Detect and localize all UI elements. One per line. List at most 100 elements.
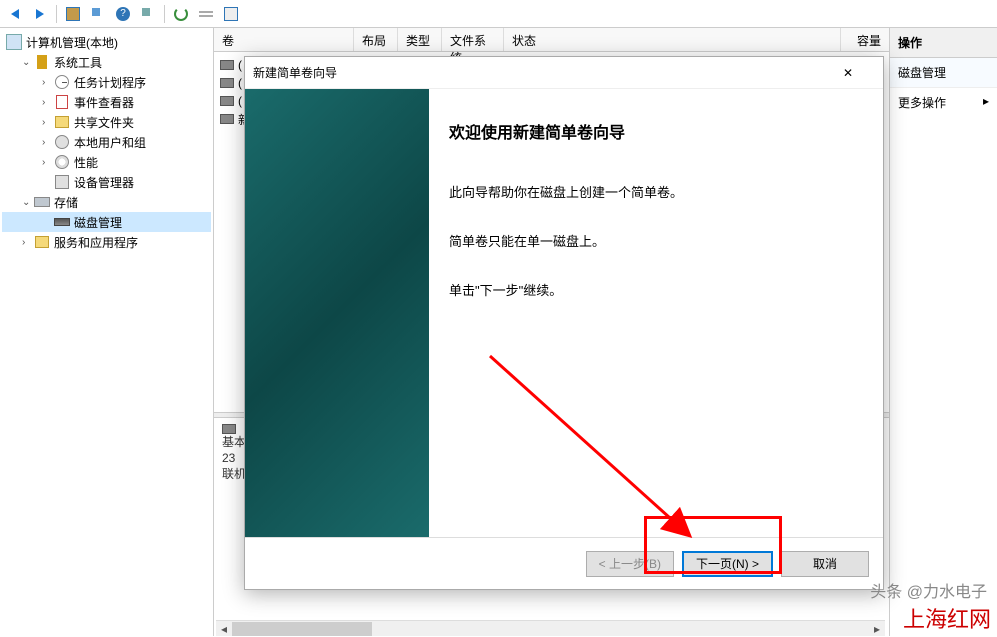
dialog-heading: 欢迎使用新建简单卷向导: [449, 119, 863, 143]
nav-back-button[interactable]: [4, 3, 26, 25]
dialog-text: 此向导帮助你在磁盘上创建一个简单卷。: [449, 183, 863, 204]
expand-icon[interactable]: ›: [42, 137, 54, 148]
settings-button[interactable]: [220, 3, 242, 25]
horizontal-scrollbar[interactable]: ◂ ▸: [216, 620, 885, 636]
up-button[interactable]: [62, 3, 84, 25]
properties-button[interactable]: [87, 3, 109, 25]
collapse-icon[interactable]: ⌄: [22, 197, 34, 208]
expand-icon[interactable]: ›: [42, 97, 54, 108]
watermark-source: 头条 @力水电子: [870, 578, 987, 602]
view-icon: [141, 7, 155, 21]
col-status[interactable]: 状态: [504, 28, 841, 51]
tree-local-users[interactable]: › 本地用户和组: [2, 132, 211, 152]
share-icon: [54, 114, 70, 130]
next-button[interactable]: 下一页(N) >: [682, 551, 773, 577]
col-volume[interactable]: 卷: [214, 28, 354, 51]
col-capacity[interactable]: 容量: [841, 28, 889, 51]
tree-label: 设备管理器: [74, 174, 134, 191]
dialog-text: 单击"下一步"继续。: [449, 281, 863, 302]
more-actions[interactable]: 更多操作 ▸: [890, 88, 997, 117]
storage-icon: [34, 194, 50, 210]
device-icon: [54, 174, 70, 190]
separator: [164, 5, 165, 23]
computer-icon: [6, 34, 22, 50]
tree-device-manager[interactable]: 设备管理器: [2, 172, 211, 192]
tree-task-scheduler[interactable]: › 任务计划程序: [2, 72, 211, 92]
more-actions-label: 更多操作: [898, 96, 946, 110]
volume-icon: [220, 60, 234, 70]
tree-shared-folders[interactable]: › 共享文件夹: [2, 112, 211, 132]
performance-icon: [54, 154, 70, 170]
tree-storage[interactable]: ⌄ 存储: [2, 192, 211, 212]
expand-icon[interactable]: ›: [42, 117, 54, 128]
dialog-body: 欢迎使用新建简单卷向导 此向导帮助你在磁盘上创建一个简单卷。 简单卷只能在单一磁…: [245, 89, 883, 537]
col-filesystem[interactable]: 文件系统: [442, 28, 504, 51]
scroll-thumb[interactable]: [232, 622, 372, 636]
tree-label: 存储: [54, 194, 78, 211]
dialog-titlebar[interactable]: 新建简单卷向导 ✕: [245, 57, 883, 89]
users-icon: [54, 134, 70, 150]
volume-label: (: [238, 76, 242, 90]
toolbar: ?: [0, 0, 997, 28]
volume-icon: [220, 96, 234, 106]
collapse-icon[interactable]: ⌄: [22, 57, 34, 68]
dialog-footer: < 上一步(B) 下一页(N) > 取消: [245, 537, 883, 589]
actions-section: 磁盘管理: [890, 58, 997, 88]
dialog-text: 简单卷只能在单一磁盘上。: [449, 232, 863, 253]
col-type[interactable]: 类型: [398, 28, 442, 51]
disk-icon: [222, 424, 236, 434]
tree-event-viewer[interactable]: › 事件查看器: [2, 92, 211, 112]
close-button[interactable]: ✕: [843, 61, 875, 85]
tree-performance[interactable]: › 性能: [2, 152, 211, 172]
tree-label: 任务计划程序: [74, 74, 146, 91]
actions-title: 操作: [890, 28, 997, 58]
back-button: < 上一步(B): [586, 551, 674, 577]
tree-label: 事件查看器: [74, 94, 134, 111]
expand-icon[interactable]: ›: [42, 157, 54, 168]
folder-up-icon: [66, 7, 80, 21]
grid-icon: [91, 7, 105, 21]
tree-label: 共享文件夹: [74, 114, 134, 131]
arrow-left-icon: [11, 9, 19, 19]
tree-label: 性能: [74, 154, 98, 171]
wizard-dialog: 新建简单卷向导 ✕ 欢迎使用新建简单卷向导 此向导帮助你在磁盘上创建一个简单卷。…: [244, 56, 884, 590]
tree-disk-management[interactable]: 磁盘管理: [2, 212, 211, 232]
list-icon: [199, 7, 213, 21]
clock-icon: [54, 74, 70, 90]
tree-label: 本地用户和组: [74, 134, 146, 151]
tree-label: 磁盘管理: [74, 214, 122, 231]
volume-label: (: [238, 58, 242, 72]
view-button[interactable]: [137, 3, 159, 25]
help-button[interactable]: ?: [112, 3, 134, 25]
separator: [56, 5, 57, 23]
dialog-content: 欢迎使用新建简单卷向导 此向导帮助你在磁盘上创建一个简单卷。 简单卷只能在单一磁…: [429, 89, 883, 537]
expand-icon[interactable]: ›: [42, 77, 54, 88]
tree-label: 服务和应用程序: [54, 234, 138, 251]
service-icon: [34, 234, 50, 250]
volume-icon: [220, 114, 234, 124]
settings-icon: [224, 7, 238, 21]
col-layout[interactable]: 布局: [354, 28, 398, 51]
tools-icon: [34, 54, 50, 70]
volume-icon: [220, 78, 234, 88]
disk-icon: [54, 214, 70, 230]
volume-label: (: [238, 94, 242, 108]
refresh-button[interactable]: [170, 3, 192, 25]
tree-label: 计算机管理(本地): [26, 34, 118, 51]
event-icon: [54, 94, 70, 110]
dialog-sidebar-graphic: [245, 89, 429, 537]
navigation-tree[interactable]: 计算机管理(本地) ⌄ 系统工具 › 任务计划程序 › 事件查看器 › 共享文件…: [0, 28, 214, 636]
tree-system-tools[interactable]: ⌄ 系统工具: [2, 52, 211, 72]
help-icon: ?: [116, 7, 130, 21]
nav-forward-button[interactable]: [29, 3, 51, 25]
tree-root[interactable]: 计算机管理(本地): [2, 32, 211, 52]
expand-icon[interactable]: ›: [22, 237, 34, 248]
tree-services-apps[interactable]: › 服务和应用程序: [2, 232, 211, 252]
scroll-right-icon[interactable]: ▸: [869, 621, 885, 637]
cancel-button[interactable]: 取消: [781, 551, 869, 577]
close-icon: ✕: [843, 66, 875, 80]
watermark-brand: 上海红网: [903, 602, 991, 634]
list-button[interactable]: [195, 3, 217, 25]
scroll-left-icon[interactable]: ◂: [216, 621, 232, 637]
dialog-title: 新建简单卷向导: [253, 64, 843, 81]
